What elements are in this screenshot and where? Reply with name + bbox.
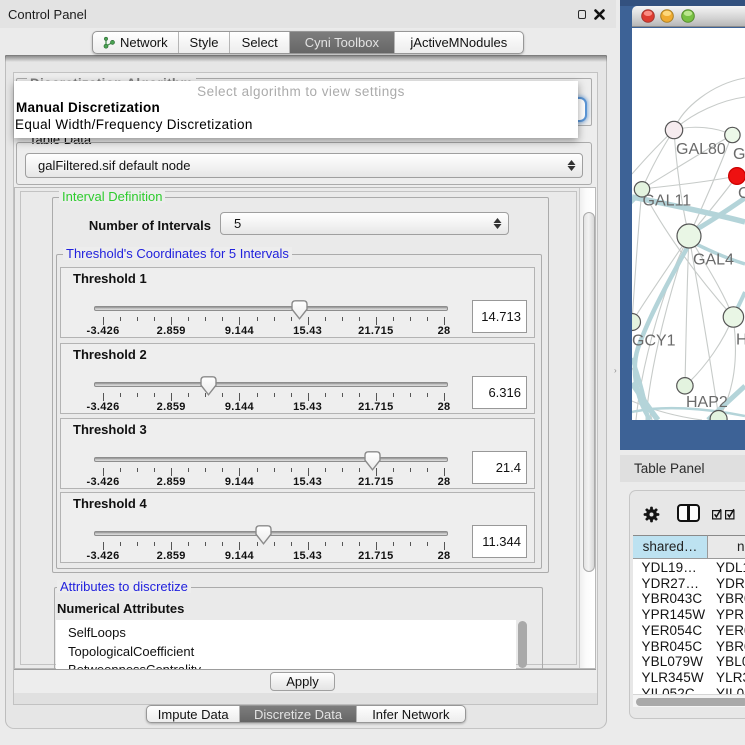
svg-text:C: C <box>738 185 745 202</box>
svg-text:G.: G. <box>733 146 745 163</box>
svg-text:GAL11: GAL11 <box>643 193 692 210</box>
svg-text:GAL80: GAL80 <box>676 141 726 158</box>
svg-text:GCY1: GCY1 <box>632 333 676 350</box>
svg-text:H: H <box>736 332 745 349</box>
svg-text:HAP2: HAP2 <box>686 394 728 411</box>
svg-text:GAL4: GAL4 <box>693 252 734 269</box>
